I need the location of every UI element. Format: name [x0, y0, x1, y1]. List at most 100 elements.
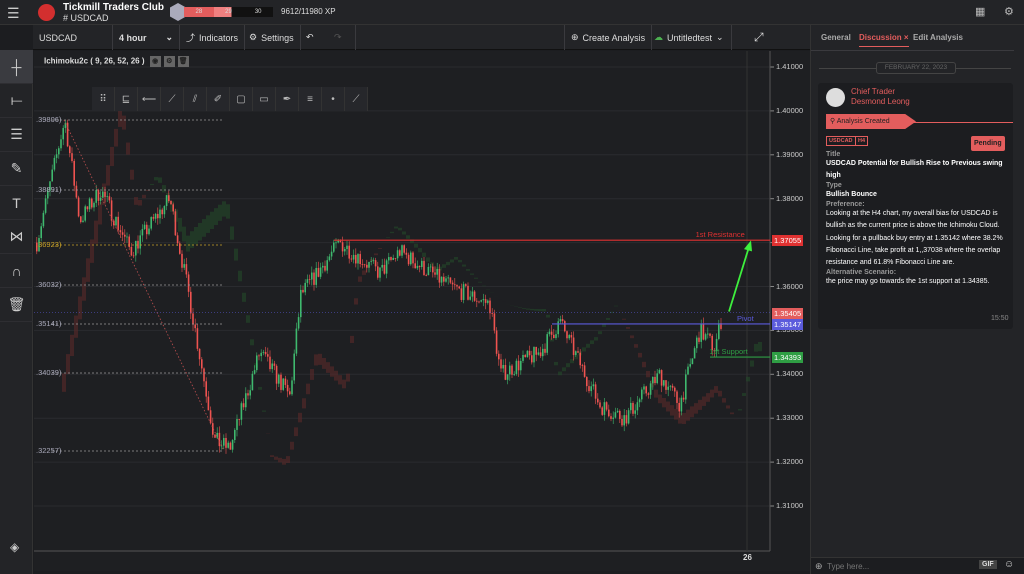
menu-icon[interactable]: ☰ — [7, 5, 20, 22]
candle — [42, 212, 45, 227]
candle — [247, 393, 249, 396]
ichimoku-cloud — [674, 408, 678, 420]
brush-icon[interactable]: ✐ — [207, 87, 230, 111]
candle — [93, 202, 95, 208]
close-icon[interactable]: × — [904, 33, 909, 42]
lines-icon[interactable]: ≡ — [299, 87, 322, 111]
candle — [148, 228, 150, 235]
horizontal-line-tool[interactable]: ⟝ — [0, 84, 33, 118]
drawing-sidebar: ┼ ⟝ ☰ ✎ T ⋈ ∩ 🗑 ◈ — [0, 50, 33, 574]
callout-icon[interactable]: ▭ — [253, 87, 276, 111]
layers-icon[interactable]: ◈ — [10, 540, 19, 554]
trash-tool[interactable]: 🗑 — [0, 288, 33, 322]
candle — [119, 230, 122, 233]
ichimoku-cloud — [298, 412, 302, 423]
candle — [192, 313, 194, 325]
candle — [69, 146, 71, 154]
candle — [546, 334, 548, 353]
settings-icon[interactable]: ⚙ — [1004, 5, 1014, 18]
channel-icon[interactable]: ⫽ — [184, 87, 207, 111]
candle — [359, 254, 361, 265]
pattern-tool[interactable]: ⋈ — [0, 220, 33, 254]
layout-select[interactable]: ☁ Untitledtest ⌄ — [648, 25, 732, 50]
candle — [91, 198, 93, 208]
candle — [583, 365, 586, 377]
gear-icon[interactable]: ⚙ — [163, 56, 175, 67]
candle — [326, 260, 328, 271]
tab-general[interactable]: General — [821, 33, 851, 42]
price-chart[interactable] — [34, 51, 810, 571]
trash-icon[interactable]: 🗑 — [177, 56, 189, 67]
tab-discussion[interactable]: Discussion × — [859, 33, 909, 47]
dot-icon[interactable]: • — [322, 87, 345, 111]
calculator-icon[interactable]: ▦ — [975, 5, 985, 18]
ichimoku-cloud — [646, 370, 650, 378]
tab-edit-analysis[interactable]: Edit Analysis — [913, 33, 963, 42]
ichimoku-cloud — [726, 405, 730, 409]
ichimoku-cloud — [582, 347, 586, 352]
symbol-field[interactable]: USDCAD — [33, 25, 113, 50]
message-input[interactable] — [827, 560, 967, 572]
candle — [231, 440, 234, 450]
eye-icon[interactable]: ◉ — [149, 56, 161, 67]
gif-button[interactable]: GIF — [979, 560, 997, 569]
candle — [526, 350, 529, 358]
ichimoku-cloud — [134, 197, 138, 205]
resistance-price-tag: 1.37055 — [772, 235, 804, 247]
chart-canvas[interactable] — [34, 51, 810, 571]
pen-icon[interactable]: ✒ — [276, 87, 299, 111]
ichimoku-cloud — [758, 341, 762, 352]
rectangle-icon[interactable]: ▢ — [230, 87, 253, 111]
ichimoku-cloud — [622, 318, 626, 320]
candle — [388, 257, 390, 261]
ichimoku-cloud — [730, 412, 734, 415]
candle — [568, 335, 570, 339]
candle — [181, 253, 183, 268]
candle — [707, 333, 709, 335]
candle — [693, 348, 696, 359]
plus-icon[interactable]: ⊕ — [815, 561, 823, 572]
redo-button[interactable]: ↷ — [328, 25, 356, 50]
ichimoku-cloud — [534, 309, 538, 311]
candle — [51, 169, 53, 182]
candle — [608, 409, 610, 417]
fib-icon[interactable]: ⊑ — [115, 87, 138, 111]
ichimoku-cloud — [518, 307, 522, 308]
candle — [467, 285, 469, 300]
magnet-tool[interactable]: ∩ — [0, 254, 33, 288]
candle — [337, 240, 339, 243]
fullscreen-button[interactable]: ⤢ — [748, 25, 770, 50]
emoji-icon[interactable]: ☺ — [1004, 559, 1014, 570]
crosshair-tool[interactable]: ┼ — [0, 50, 33, 84]
drag-handle-icon[interactable]: ⠿ — [92, 87, 115, 111]
indicators-button[interactable]: ⤴ Indicators — [180, 25, 246, 50]
text-tool[interactable]: T — [0, 186, 33, 220]
brush-tool[interactable]: ✎ — [0, 152, 33, 186]
ichimoku-cloud — [78, 296, 82, 320]
author-name[interactable]: Desmond Leong — [851, 97, 910, 106]
candle — [58, 148, 60, 155]
interval-select[interactable]: 4 hour ⌄ — [113, 25, 180, 50]
ray-icon[interactable]: ⟋ — [345, 87, 368, 111]
candle — [251, 373, 254, 391]
candle — [95, 190, 97, 203]
create-analysis-button[interactable]: ⊕ Create Analysis — [564, 25, 653, 50]
candle — [491, 313, 493, 314]
candle — [674, 387, 676, 392]
fib-tool[interactable]: ☰ — [0, 118, 33, 152]
ichimoku-cloud — [742, 393, 746, 397]
undo-button[interactable]: ↶ — [300, 25, 328, 50]
ichimoku-cloud — [482, 285, 486, 287]
ichimoku-cloud — [158, 177, 162, 183]
candle — [625, 415, 628, 424]
candle — [339, 240, 342, 243]
candle — [44, 198, 47, 213]
trendline-icon[interactable]: ⟋ — [161, 87, 184, 111]
indicator-legend: Ichimoku2c ( 9, 26, 52, 26 ) ◉ ⚙ 🗑 — [44, 56, 189, 67]
candle — [392, 257, 394, 260]
analysis-panel: General Discussion × Edit Analysis FEBRU… — [810, 25, 1024, 574]
ichimoku-cloud — [470, 273, 474, 275]
settings-button[interactable]: ⚙ Settings — [243, 25, 301, 50]
hline-icon[interactable]: ⟵ — [138, 87, 161, 111]
price-tick-label: 1.39000 — [776, 149, 804, 159]
